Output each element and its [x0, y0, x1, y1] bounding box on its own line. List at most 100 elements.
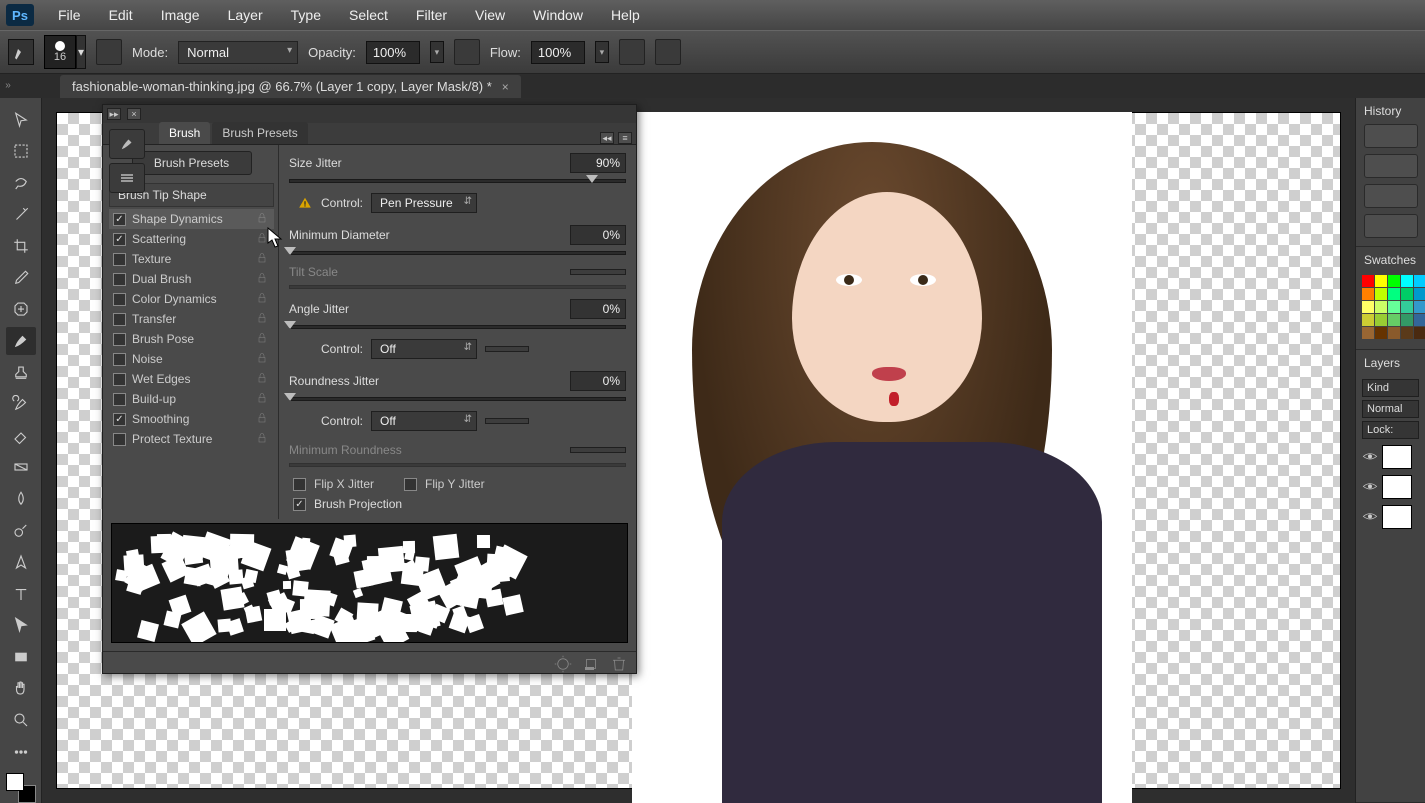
visibility-icon[interactable]: [1362, 451, 1378, 463]
panel-presets-icon[interactable]: [109, 163, 145, 193]
zoom-tool[interactable]: [6, 706, 36, 734]
eyedropper-tool[interactable]: [6, 264, 36, 292]
panel-flyout-tab[interactable]: »: [1, 76, 15, 94]
swatch[interactable]: [1401, 301, 1413, 313]
toggle-preview-icon[interactable]: [554, 655, 572, 671]
move-tool[interactable]: [6, 106, 36, 134]
opacity-dropdown[interactable]: ▾: [430, 41, 444, 63]
menu-edit[interactable]: Edit: [95, 1, 147, 29]
stamp-tool[interactable]: [6, 359, 36, 387]
checkbox[interactable]: [113, 313, 126, 326]
lock-icon[interactable]: [256, 372, 270, 386]
swatch[interactable]: [1388, 288, 1400, 300]
checkbox[interactable]: [113, 373, 126, 386]
brush-option-color-dynamics[interactable]: Color Dynamics: [109, 289, 274, 309]
swatch[interactable]: [1362, 301, 1374, 313]
swatch[interactable]: [1414, 314, 1425, 326]
shape-tool[interactable]: [6, 643, 36, 671]
control-select-1[interactable]: Pen Pressure: [371, 193, 477, 213]
menu-image[interactable]: Image: [147, 1, 214, 29]
lasso-tool[interactable]: [6, 169, 36, 197]
checkbox[interactable]: [113, 253, 126, 266]
checkbox[interactable]: [113, 433, 126, 446]
swatch[interactable]: [1388, 327, 1400, 339]
layer-row[interactable]: [1360, 472, 1421, 502]
checkbox[interactable]: [113, 333, 126, 346]
tab-brush-presets[interactable]: Brush Presets: [212, 122, 307, 144]
min-diameter-slider[interactable]: [289, 251, 626, 255]
current-tool-icon[interactable]: [8, 39, 34, 65]
tab-brush[interactable]: Brush: [159, 122, 210, 144]
layer-row[interactable]: [1360, 442, 1421, 472]
swatch[interactable]: [1375, 288, 1387, 300]
canvas-area[interactable]: ▸▸ × Brush Brush Presets ◂◂ ≡ Brush Pres…: [42, 98, 1355, 803]
blur-tool[interactable]: [6, 485, 36, 513]
layer-thumbnail[interactable]: [1382, 445, 1412, 469]
checkbox[interactable]: [113, 413, 126, 426]
brush-size-preset[interactable]: 16: [44, 35, 76, 69]
healing-tool[interactable]: [6, 296, 36, 324]
color-swatches[interactable]: [6, 773, 36, 803]
menu-select[interactable]: Select: [335, 1, 402, 29]
dodge-tool[interactable]: [6, 517, 36, 545]
menu-window[interactable]: Window: [519, 1, 597, 29]
lock-icon[interactable]: [256, 212, 270, 226]
opacity-pressure-icon[interactable]: [454, 39, 480, 65]
history-brush-state-icon[interactable]: [1364, 214, 1418, 238]
checkbox[interactable]: [113, 233, 126, 246]
menu-view[interactable]: View: [461, 1, 519, 29]
history-brush-tool[interactable]: [6, 390, 36, 418]
flow-dropdown[interactable]: ▾: [595, 41, 609, 63]
swatch[interactable]: [1362, 314, 1374, 326]
menu-file[interactable]: File: [44, 1, 95, 29]
swatch[interactable]: [1375, 275, 1387, 287]
menu-filter[interactable]: Filter: [402, 1, 461, 29]
swatch[interactable]: [1362, 288, 1374, 300]
panel-brush-icon[interactable]: [109, 129, 145, 159]
history-panel-title[interactable]: History: [1360, 102, 1421, 124]
type-tool[interactable]: [6, 580, 36, 608]
angle-jitter-slider[interactable]: [289, 325, 626, 329]
brush-option-wet-edges[interactable]: Wet Edges: [109, 369, 274, 389]
panel-titlebar[interactable]: ▸▸ ×: [103, 105, 636, 123]
lock-icon[interactable]: [256, 432, 270, 446]
new-brush-icon[interactable]: [582, 655, 600, 671]
brush-option-brush-pose[interactable]: Brush Pose: [109, 329, 274, 349]
swatch[interactable]: [1401, 314, 1413, 326]
brush-projection-checkbox[interactable]: Brush Projection: [293, 497, 626, 511]
swatch[interactable]: [1362, 275, 1374, 287]
brush-size-dropdown[interactable]: ▾: [76, 35, 86, 69]
marquee-tool[interactable]: [6, 138, 36, 166]
lock-icon[interactable]: [256, 352, 270, 366]
swatch[interactable]: [1414, 288, 1425, 300]
lock-icon[interactable]: [256, 232, 270, 246]
layer-thumbnail[interactable]: [1382, 505, 1412, 529]
lock-icon[interactable]: [256, 292, 270, 306]
brush-panel-toggle-icon[interactable]: [96, 39, 122, 65]
swatches-panel-title[interactable]: Swatches: [1360, 251, 1421, 273]
swatch[interactable]: [1414, 301, 1425, 313]
swatch[interactable]: [1388, 275, 1400, 287]
menu-layer[interactable]: Layer: [214, 1, 277, 29]
panel-close-icon[interactable]: ×: [127, 108, 141, 120]
roundness-jitter-slider[interactable]: [289, 397, 626, 401]
brush-option-shape-dynamics[interactable]: Shape Dynamics: [109, 209, 274, 229]
menu-type[interactable]: Type: [277, 1, 335, 29]
swatch[interactable]: [1401, 275, 1413, 287]
history-brush-state-icon[interactable]: [1364, 184, 1418, 208]
wand-tool[interactable]: [6, 201, 36, 229]
trash-icon[interactable]: [610, 655, 628, 671]
path-select-tool[interactable]: [6, 612, 36, 640]
checkbox[interactable]: [113, 353, 126, 366]
layers-kind-filter[interactable]: Kind: [1362, 379, 1419, 397]
brush-option-noise[interactable]: Noise: [109, 349, 274, 369]
brush-option-transfer[interactable]: Transfer: [109, 309, 274, 329]
flipx-checkbox[interactable]: Flip X Jitter: [293, 477, 374, 491]
mode-dropdown[interactable]: Normal: [178, 41, 298, 64]
panel-menu-icon[interactable]: ≡: [618, 132, 632, 144]
lock-icon[interactable]: [256, 392, 270, 406]
ellipsis-icon[interactable]: [6, 738, 36, 766]
checkbox[interactable]: [113, 213, 126, 226]
control-select-2[interactable]: Off: [371, 339, 477, 359]
angle-jitter-value[interactable]: 0%: [570, 299, 626, 319]
